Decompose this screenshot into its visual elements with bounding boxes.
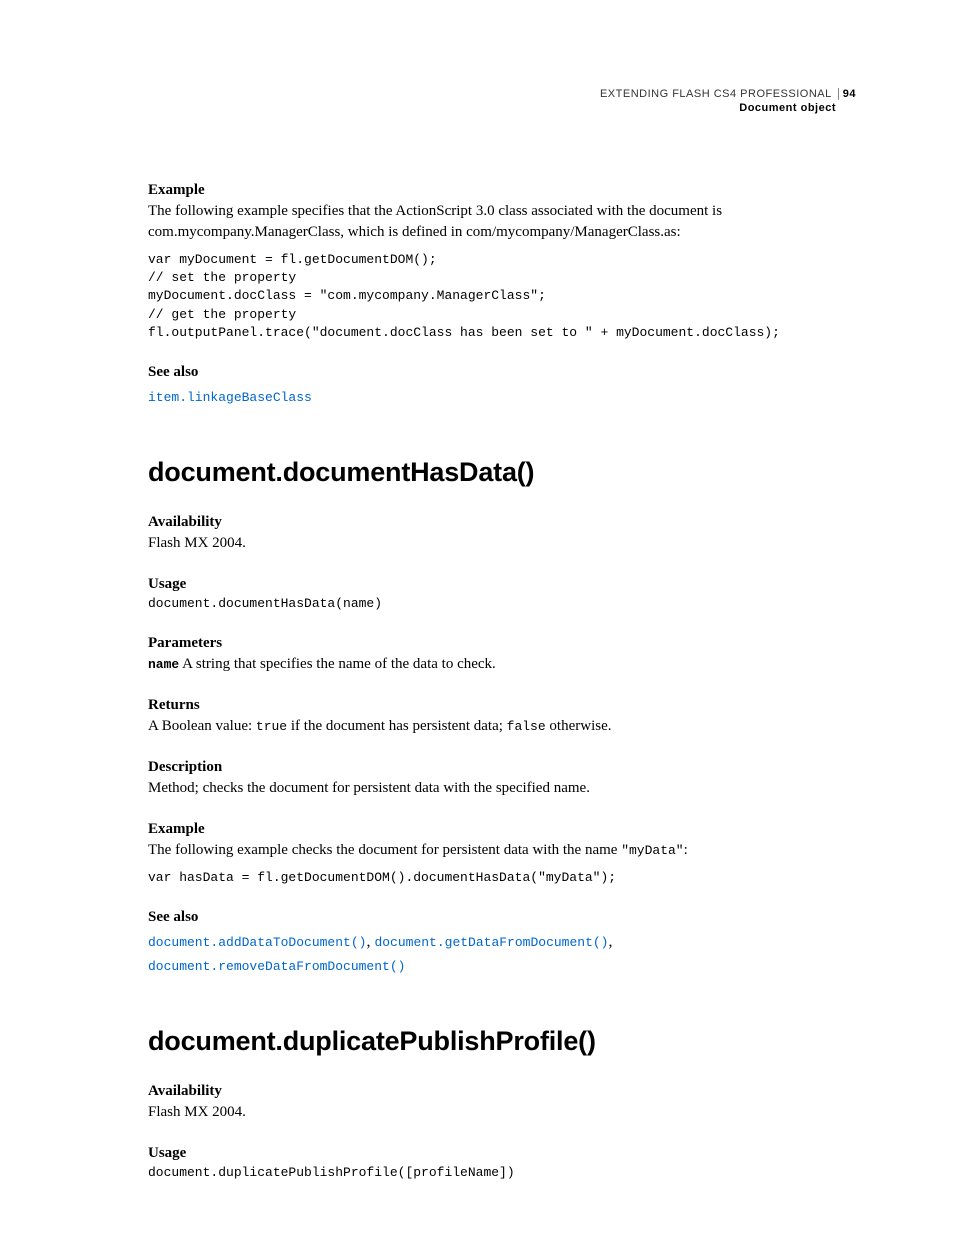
usage-label-3: Usage bbox=[148, 1145, 856, 1162]
returns-label: Returns bbox=[148, 697, 856, 714]
see-also-label: See also bbox=[148, 364, 856, 381]
example-label-2: Example bbox=[148, 821, 856, 838]
usage-code-3: document.duplicatePublishProfile([profil… bbox=[148, 1164, 856, 1182]
example-description: The following example specifies that the… bbox=[148, 201, 856, 243]
example-prefix: The following example checks the documen… bbox=[148, 842, 621, 858]
example-suffix: : bbox=[684, 842, 688, 858]
heading-document-has-data: document.documentHasData() bbox=[148, 457, 856, 488]
link-add-data[interactable]: document.addDataToDocument() bbox=[148, 935, 366, 950]
parameter-row: name A string that specifies the name of… bbox=[148, 654, 856, 675]
header-title: EXTENDING FLASH CS4 PROFESSIONAL bbox=[600, 88, 839, 100]
description-label: Description bbox=[148, 759, 856, 776]
returns-mid: if the document has persistent data; bbox=[287, 718, 507, 734]
availability-label: Availability bbox=[148, 514, 856, 531]
link-separator: , bbox=[608, 933, 612, 950]
link-linkage-base-class[interactable]: item.linkageBaseClass bbox=[148, 390, 312, 405]
param-description: A string that specifies the name of the … bbox=[179, 656, 496, 672]
page-container: EXTENDING FLASH CS4 PROFESSIONAL94 Docum… bbox=[0, 0, 954, 1247]
main-content: Example The following example specifies … bbox=[148, 88, 856, 1183]
returns-prefix: A Boolean value: bbox=[148, 718, 256, 734]
example-code-block: var hasData = fl.getDocumentDOM().docume… bbox=[148, 869, 856, 887]
example-label: Example bbox=[148, 182, 856, 199]
example-text-2: The following example checks the documen… bbox=[148, 840, 856, 861]
description-text: Method; checks the document for persiste… bbox=[148, 778, 856, 799]
param-name: name bbox=[148, 657, 179, 672]
page-header: EXTENDING FLASH CS4 PROFESSIONAL94 Docum… bbox=[600, 88, 856, 114]
returns-text: A Boolean value: true if the document ha… bbox=[148, 716, 856, 737]
example-inline-code: "myData" bbox=[621, 843, 683, 858]
usage-code: document.documentHasData(name) bbox=[148, 595, 856, 613]
see-also-links: item.linkageBaseClass bbox=[148, 385, 856, 409]
see-also-links-2: document.addDataToDocument(), document.g… bbox=[148, 930, 856, 978]
link-remove-data[interactable]: document.removeDataFromDocument() bbox=[148, 959, 405, 974]
heading-duplicate-publish-profile: document.duplicatePublishProfile() bbox=[148, 1026, 856, 1057]
returns-suffix: otherwise. bbox=[546, 718, 612, 734]
code-block: var myDocument = fl.getDocumentDOM(); //… bbox=[148, 251, 856, 342]
returns-true: true bbox=[256, 719, 287, 734]
see-also-label-2: See also bbox=[148, 909, 856, 926]
returns-false: false bbox=[507, 719, 546, 734]
availability-text-3: Flash MX 2004. bbox=[148, 1102, 856, 1123]
availability-label-3: Availability bbox=[148, 1083, 856, 1100]
availability-text: Flash MX 2004. bbox=[148, 533, 856, 554]
link-get-data[interactable]: document.getDataFromDocument() bbox=[374, 935, 608, 950]
page-number: 94 bbox=[839, 88, 856, 100]
header-subtitle: Document object bbox=[600, 102, 856, 114]
header-top-row: EXTENDING FLASH CS4 PROFESSIONAL94 bbox=[600, 88, 856, 100]
parameters-label: Parameters bbox=[148, 635, 856, 652]
usage-label: Usage bbox=[148, 576, 856, 593]
